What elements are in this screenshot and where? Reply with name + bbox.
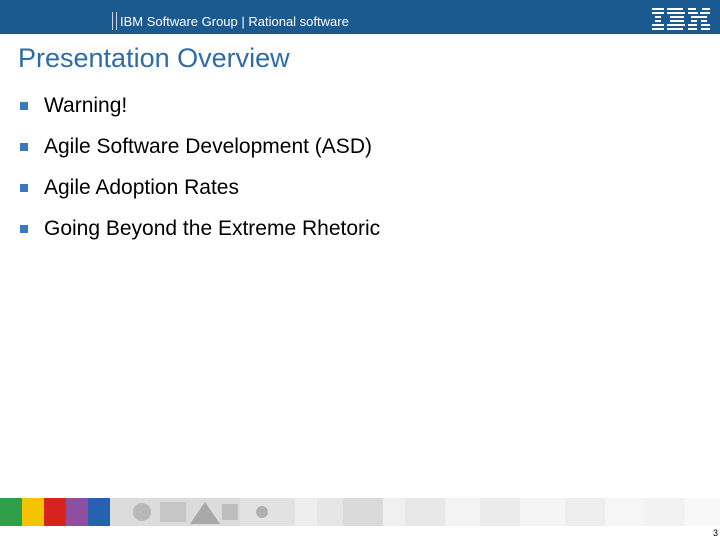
square-bullet-icon	[20, 184, 28, 192]
bullet-item: Agile Adoption Rates	[20, 175, 700, 216]
square-bullet-icon	[20, 225, 28, 233]
page-number: 3	[712, 528, 718, 538]
footer-color-block	[88, 498, 110, 526]
footer-color-block	[44, 498, 66, 526]
square-bullet-icon	[20, 143, 28, 151]
bullet-item: Warning!	[20, 93, 700, 134]
ibm-logo	[652, 8, 710, 30]
header-divider	[116, 12, 117, 30]
square-bullet-icon	[20, 102, 28, 110]
bullet-text: Going Beyond the Extreme Rhetoric	[44, 217, 381, 240]
bullet-text: Agile Software Development (ASD)	[44, 135, 372, 158]
header-text: IBM Software Group | Rational software	[120, 14, 349, 29]
page-title: Presentation Overview	[18, 43, 290, 73]
bullet-list: Warning! Agile Software Development (ASD…	[20, 93, 700, 257]
footer-color-block	[22, 498, 44, 526]
footer-image-strip	[0, 498, 720, 526]
header-divider	[112, 12, 113, 30]
bullet-text: Agile Adoption Rates	[44, 176, 239, 199]
slide: { "header": { "text": "IBM Software Grou…	[0, 0, 720, 540]
bullet-text: Warning!	[44, 94, 128, 117]
footer-color-block	[66, 498, 88, 526]
footer-color-block	[0, 498, 22, 526]
header-bar: IBM Software Group | Rational software	[0, 0, 720, 34]
bullet-item: Agile Software Development (ASD)	[20, 134, 700, 175]
bullet-item: Going Beyond the Extreme Rhetoric	[20, 216, 700, 257]
